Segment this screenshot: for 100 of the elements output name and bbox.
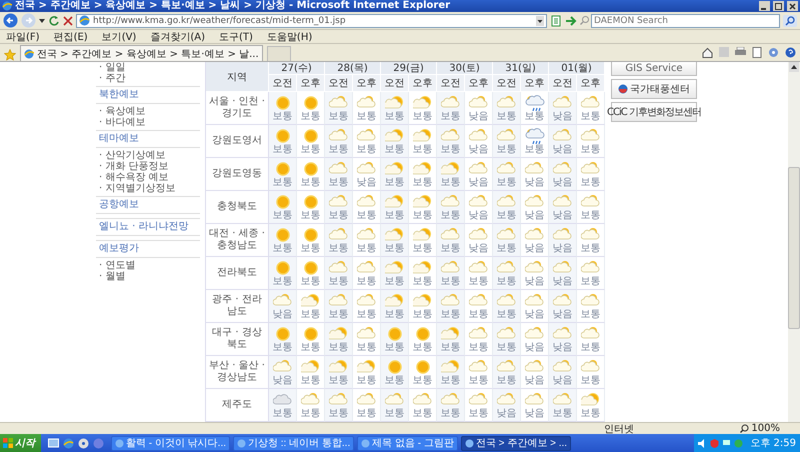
- search-icon: [580, 16, 589, 25]
- sidebar-link[interactable]: · 해수욕장 예보: [96, 172, 200, 183]
- print-icon[interactable]: [735, 47, 746, 57]
- scroll-up-icon[interactable]: [789, 62, 799, 72]
- cloud-sun-icon: [356, 326, 376, 342]
- column-header: 오전: [325, 75, 353, 92]
- cloud-sun-icon: [552, 94, 572, 110]
- stop-icon[interactable]: [63, 16, 73, 26]
- banner-link[interactable]: 국가태풍센터: [611, 79, 697, 99]
- sidebar-link[interactable]: · 바다예보: [96, 117, 200, 128]
- menu-item[interactable]: 보기(V): [102, 30, 136, 44]
- index-label: 보통: [272, 144, 292, 154]
- index-label: 보통: [468, 308, 488, 320]
- cloud-sun-icon: [496, 326, 516, 342]
- index-label: 보통: [440, 210, 460, 220]
- back-button[interactable]: [3, 13, 18, 28]
- taskbar-button[interactable]: 활력 - 이것이 낚시다...: [111, 436, 230, 450]
- menu-item[interactable]: 도구(T): [219, 30, 253, 44]
- zoom-level[interactable]: 100%: [751, 423, 780, 434]
- sidebar-link[interactable]: · 주간: [96, 73, 200, 84]
- taskbar-button[interactable]: 제목 없음 - 그림판: [357, 436, 458, 450]
- cloud-sun-icon: [328, 260, 348, 276]
- index-label: 낮음: [468, 110, 488, 122]
- taskbar-button[interactable]: 전국 > 주간예보 > ...: [460, 436, 572, 450]
- cloud-sun-icon: [356, 292, 376, 308]
- scrollbar[interactable]: [788, 62, 800, 422]
- banner-link[interactable]: GIS Service: [611, 62, 697, 76]
- sidebar-heading-link[interactable]: 북한예보: [96, 86, 200, 104]
- help-icon[interactable]: [785, 47, 796, 58]
- zone-label: 인터넷: [604, 422, 634, 436]
- refresh-icon[interactable]: [48, 14, 60, 26]
- sun-cloud-icon: [384, 128, 404, 144]
- sun-cloud-icon: [412, 160, 432, 176]
- sidebar-heading-link[interactable]: 테마예보: [96, 130, 200, 148]
- index-label: 보통: [356, 110, 376, 122]
- go-arrow-icon[interactable]: [565, 14, 577, 26]
- cloud-sun-icon: [272, 292, 292, 308]
- cloud-sun-icon: [524, 358, 544, 374]
- start-button[interactable]: 시작: [0, 434, 41, 452]
- cloud-sun-icon: [328, 292, 348, 308]
- browser-tab[interactable]: 전국 > 주간예보 > 육상예보 > 특보·예보 > 날...: [20, 45, 263, 61]
- index-label: 보통: [524, 144, 544, 154]
- close-icon: [789, 2, 796, 10]
- cloud-sun-icon: [524, 226, 544, 242]
- column-header: 오후: [521, 75, 549, 92]
- sidebar-heading-link[interactable]: 엘니뇨 · 라니냐전망: [96, 218, 200, 236]
- index-label: 낮음: [356, 176, 376, 188]
- sidebar-link[interactable]: · 연도별: [96, 260, 200, 271]
- sidebar-heading-link[interactable]: 예보평가: [96, 240, 200, 258]
- search-button[interactable]: [783, 14, 797, 26]
- cloud-sun-icon: [552, 326, 572, 342]
- maximize-button[interactable]: [773, 1, 784, 11]
- cloud-sun-icon: [468, 358, 488, 374]
- cloud-sun-icon: [524, 292, 544, 308]
- sidebar-link[interactable]: · 산악기상예보: [96, 150, 200, 161]
- menu-item[interactable]: 즐겨찾기(A): [150, 30, 205, 44]
- page-icon[interactable]: [550, 14, 562, 26]
- cloud-sun-icon: [356, 260, 376, 276]
- cloud-sun-icon: [328, 194, 348, 210]
- column-header: 27(수): [269, 62, 325, 75]
- menu-item[interactable]: 도움말(H): [266, 30, 312, 44]
- favorites-star-icon[interactable]: [4, 49, 16, 61]
- close-button[interactable]: [787, 1, 798, 11]
- sidebar-link[interactable]: · 지역별기상정보: [96, 183, 200, 194]
- menu-item[interactable]: 편집(E): [54, 30, 88, 44]
- home-icon[interactable]: [702, 47, 713, 58]
- scroll-thumb[interactable]: [788, 167, 800, 329]
- sidebar-link[interactable]: · 육상예보: [96, 106, 200, 117]
- globe-icon: [24, 48, 34, 58]
- magnifier-icon[interactable]: [740, 424, 750, 433]
- minimize-button[interactable]: [759, 1, 770, 11]
- sun-cloud-icon: [412, 194, 432, 210]
- media-disc-icon[interactable]: [78, 438, 89, 448]
- column-header: 오후: [577, 75, 605, 92]
- index-label: 보통: [328, 408, 348, 418]
- rain-cloud-icon: [524, 94, 544, 110]
- cloud-sun-icon: [552, 194, 572, 210]
- page-icon[interactable]: [752, 47, 762, 58]
- cloud-sun-icon: [468, 326, 488, 342]
- browser-icon[interactable]: [63, 438, 74, 448]
- sun-cloud-icon: [412, 260, 432, 276]
- menu-item[interactable]: 파일(F): [6, 30, 40, 44]
- desktop-icon[interactable]: [48, 438, 59, 448]
- sidebar-link[interactable]: · 월별: [96, 271, 200, 282]
- sidebar-heading-link[interactable]: 공항예보: [96, 196, 200, 214]
- sun-cloud-icon: [440, 326, 460, 342]
- address-field[interactable]: http://www.kma.go.kr/weather/forecast/mid-term_01.jsp: [76, 14, 547, 28]
- cloud-sun-icon: [356, 160, 376, 176]
- taskbar-button[interactable]: 기상청 :: 네이버 통합...: [233, 436, 354, 450]
- search-field[interactable]: DAEMON Search: [591, 14, 780, 28]
- column-header: 29(금): [381, 62, 437, 75]
- sidebar-link[interactable]: · 개화 단풍정보: [96, 161, 200, 172]
- index-label: 보통: [356, 308, 376, 320]
- index-label: 보통: [300, 342, 320, 352]
- column-header: 30(토): [437, 62, 493, 75]
- sidebar-link[interactable]: · 일일: [96, 62, 200, 73]
- column-header: 01(월): [549, 62, 605, 75]
- cloud-sun-icon: [580, 260, 600, 276]
- dropdown-arrow-icon[interactable]: [39, 18, 45, 22]
- index-label: 보통: [300, 176, 320, 188]
